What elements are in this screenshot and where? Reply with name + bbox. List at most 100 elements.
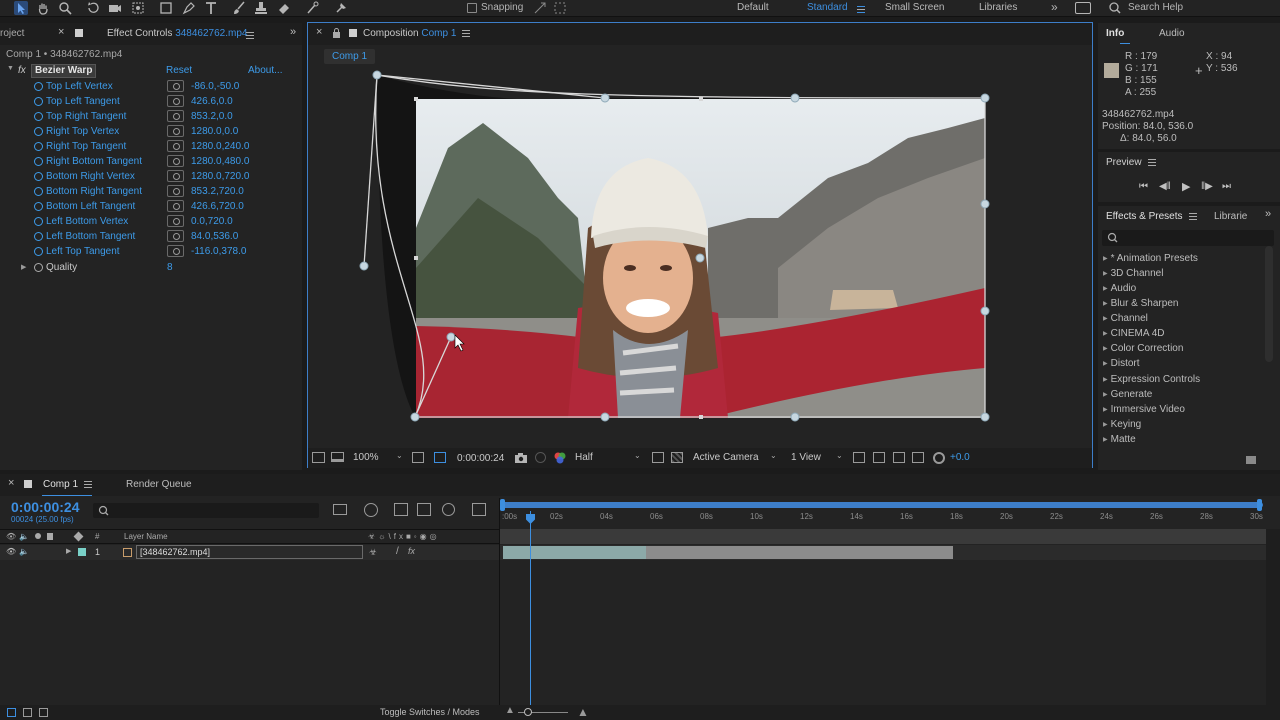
effect-category[interactable]: Channel xyxy=(1103,313,1148,324)
new-bin-icon[interactable] xyxy=(1246,456,1256,464)
comp-subtab[interactable]: Comp 1 xyxy=(324,49,376,64)
timeline-timecode[interactable]: 0:00:00:24 xyxy=(11,499,80,515)
roto-brush-icon[interactable] xyxy=(306,1,320,15)
work-area-end-handle[interactable] xyxy=(1257,499,1262,511)
zoom-out-icon[interactable]: ▲ xyxy=(505,705,515,716)
param-value[interactable]: 853.2,720.0 xyxy=(191,184,244,199)
point-picker-icon[interactable] xyxy=(167,95,184,107)
stopwatch-icon[interactable] xyxy=(34,82,43,91)
effect-category[interactable]: * Animation Presets xyxy=(1103,253,1198,264)
effect-category[interactable]: Matte xyxy=(1103,434,1136,445)
stopwatch-icon[interactable] xyxy=(34,217,43,226)
stopwatch-icon[interactable] xyxy=(34,247,43,256)
tab-audio[interactable]: Audio xyxy=(1159,28,1185,39)
layer-search-input[interactable] xyxy=(93,503,319,518)
layer-name-field[interactable]: [348462762.mp4] xyxy=(136,545,363,559)
frame-blending-icon[interactable] xyxy=(417,503,431,516)
show-snapshot-icon[interactable] xyxy=(535,452,546,463)
chevron-down-icon[interactable]: ⌄ xyxy=(836,451,843,460)
point-picker-icon[interactable] xyxy=(167,140,184,152)
last-frame-icon[interactable]: ⏭ xyxy=(1222,181,1231,192)
snapping-checkbox[interactable] xyxy=(467,3,477,13)
audio-icon[interactable]: 🔈 xyxy=(19,547,29,556)
effect-category[interactable]: Expression Controls xyxy=(1103,374,1200,385)
zoom-slider-thumb[interactable] xyxy=(524,708,532,716)
point-picker-icon[interactable] xyxy=(167,170,184,182)
viewer-timecode[interactable]: 0:00:00:24 xyxy=(457,453,504,464)
chevron-down-icon[interactable]: ⌄ xyxy=(396,451,403,460)
tab-render-queue[interactable]: Render Queue xyxy=(126,479,192,490)
puppet-pin-icon[interactable] xyxy=(334,1,348,15)
scrollbar[interactable] xyxy=(1265,246,1273,362)
view-layout-dropdown[interactable]: 1 View xyxy=(791,452,821,463)
reset-exposure-icon[interactable] xyxy=(933,452,945,464)
zoom-in-icon[interactable]: ▲ xyxy=(577,705,589,719)
point-picker-icon[interactable] xyxy=(167,215,184,227)
effect-category[interactable]: 3D Channel xyxy=(1103,268,1164,279)
stopwatch-icon[interactable] xyxy=(34,232,43,241)
camera-tool-icon[interactable] xyxy=(108,1,122,15)
stopwatch-icon[interactable] xyxy=(34,127,43,136)
effect-row-bezier-warp[interactable]: ▼ fx Bezier Warp Reset About... xyxy=(0,64,285,79)
zoom-tool-icon[interactable] xyxy=(58,1,72,15)
effect-category[interactable]: Immersive Video xyxy=(1103,404,1185,415)
point-picker-icon[interactable] xyxy=(167,230,184,242)
stopwatch-icon[interactable] xyxy=(34,263,43,272)
effect-category[interactable]: Color Correction xyxy=(1103,343,1184,354)
stopwatch-icon[interactable] xyxy=(34,172,43,181)
monitor-icon[interactable] xyxy=(331,452,344,462)
layer-switches-icon[interactable] xyxy=(7,708,16,717)
mask-visibility-icon[interactable] xyxy=(434,452,446,463)
stopwatch-icon[interactable] xyxy=(34,187,43,196)
timeline-scrollbar[interactable] xyxy=(1266,529,1280,706)
audio-icon[interactable]: 🔈 xyxy=(19,532,29,541)
param-value[interactable]: 426.6,720.0 xyxy=(191,199,244,214)
tab-effects-presets[interactable]: Effects & Presets xyxy=(1106,211,1197,222)
reset-link[interactable]: Reset xyxy=(166,65,192,76)
timeline-icon[interactable] xyxy=(893,452,905,463)
tab-info[interactable]: Info xyxy=(1106,28,1124,39)
hand-tool-icon[interactable] xyxy=(36,1,50,15)
close-icon[interactable]: × xyxy=(58,26,64,38)
selection-tool-icon[interactable] xyxy=(14,1,28,15)
col-layer-name[interactable]: Layer Name xyxy=(124,532,168,541)
tab-composition[interactable]: Composition Comp 1 xyxy=(363,28,471,39)
point-picker-icon[interactable] xyxy=(167,110,184,122)
flowchart-icon[interactable] xyxy=(912,452,924,463)
workspace-standard[interactable]: Standard xyxy=(807,2,848,13)
always-preview-icon[interactable] xyxy=(312,452,325,463)
panel-menu-icon[interactable] xyxy=(246,30,254,41)
next-frame-icon[interactable]: ‖▶ xyxy=(1201,181,1213,192)
shy-layers-icon[interactable] xyxy=(394,503,408,516)
eye-icon[interactable]: 👁 xyxy=(6,547,16,556)
effect-name[interactable]: Bezier Warp xyxy=(31,64,97,78)
stopwatch-icon[interactable] xyxy=(34,202,43,211)
eraser-icon[interactable] xyxy=(277,1,291,15)
snap-edge-icon[interactable] xyxy=(533,1,547,15)
chevron-down-icon[interactable]: ⌄ xyxy=(634,451,641,460)
expand-triangle-icon[interactable]: ▶ xyxy=(21,260,26,275)
stopwatch-icon[interactable] xyxy=(34,112,43,121)
fast-previews-icon[interactable] xyxy=(873,452,885,463)
safe-margins-icon[interactable] xyxy=(412,452,424,463)
param-value[interactable]: 0.0,720.0 xyxy=(191,214,233,229)
param-value[interactable]: 84.0,536.0 xyxy=(191,229,238,244)
effect-category[interactable]: CINEMA 4D xyxy=(1103,328,1165,339)
solo-icon[interactable] xyxy=(35,533,41,539)
comp-viewer[interactable] xyxy=(308,68,1092,448)
param-value[interactable]: 853.2,0.0 xyxy=(191,109,233,124)
workspace-small-screen[interactable]: Small Screen xyxy=(885,2,944,13)
expand-triangle-icon[interactable]: ▶ xyxy=(66,547,71,555)
rectangle-tool-icon[interactable] xyxy=(159,1,173,15)
brush-tool-icon[interactable] xyxy=(232,1,246,15)
lock-icon[interactable] xyxy=(332,28,341,38)
clone-stamp-icon[interactable] xyxy=(254,1,268,15)
panel-overflow-icon[interactable]: » xyxy=(290,26,296,38)
eye-icon[interactable]: 👁 xyxy=(6,532,16,541)
pan-behind-icon[interactable] xyxy=(131,1,145,15)
point-picker-icon[interactable] xyxy=(167,155,184,167)
camera-dropdown[interactable]: Active Camera xyxy=(693,452,759,463)
param-value[interactable]: 1280.0,480.0 xyxy=(191,154,249,169)
layer-label-color[interactable] xyxy=(78,548,86,556)
in-out-icon[interactable] xyxy=(39,708,48,717)
